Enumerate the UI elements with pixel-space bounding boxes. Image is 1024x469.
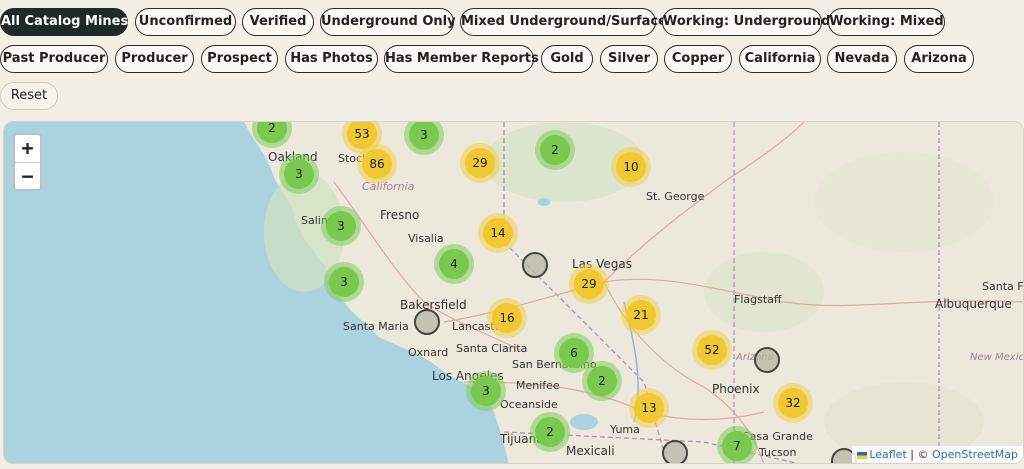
place-label: Santa Fe <box>982 280 1023 293</box>
filter-verified[interactable]: Verified <box>242 8 314 36</box>
cluster-count: 3 <box>284 159 314 189</box>
mine-cluster-marker[interactable]: 29 <box>460 143 500 183</box>
mine-cluster-marker[interactable]: 52 <box>692 330 732 370</box>
cluster-count: 32 <box>778 388 808 418</box>
place-label: Flagstaff <box>734 293 782 306</box>
filter-copper[interactable]: Copper <box>664 45 732 73</box>
openstreetmap-link[interactable]: OpenStreetMap <box>932 448 1018 461</box>
place-label: Menifee <box>516 379 560 392</box>
place-label: Tucson <box>759 446 797 459</box>
cluster-count: 13 <box>634 393 664 423</box>
filter-gold[interactable]: Gold <box>541 45 593 73</box>
mine-cluster-marker[interactable]: 3 <box>279 154 319 194</box>
mine-cluster-marker[interactable]: 3 <box>466 371 506 411</box>
mine-cluster-marker[interactable]: 16 <box>487 298 527 338</box>
filter-past-producer[interactable]: Past Producer <box>0 45 108 73</box>
filter-arizona[interactable]: Arizona <box>904 45 974 73</box>
place-label: Yuma <box>610 423 640 436</box>
mine-marker[interactable] <box>754 347 780 373</box>
cluster-count: 6 <box>559 338 589 368</box>
mine-cluster-marker[interactable]: 4 <box>434 244 474 284</box>
mine-cluster-marker[interactable]: 21 <box>621 295 661 335</box>
mine-cluster-marker[interactable]: 14 <box>478 213 518 253</box>
mine-cluster-marker[interactable]: 2 <box>582 361 622 401</box>
cluster-count: 3 <box>326 211 356 241</box>
filter-nevada[interactable]: Nevada <box>827 45 897 73</box>
cluster-count: 7 <box>722 431 752 461</box>
cluster-count: 2 <box>587 366 617 396</box>
cluster-count: 16 <box>492 303 522 333</box>
place-label: New Mexico <box>970 352 1024 363</box>
cluster-count: 14 <box>483 218 513 248</box>
cluster-count: 4 <box>439 249 469 279</box>
place-label: Santa Maria <box>343 320 409 333</box>
mine-cluster-marker[interactable]: 10 <box>611 147 651 187</box>
filter-underground-only[interactable]: Underground Only <box>320 8 456 36</box>
cluster-count: 29 <box>574 269 604 299</box>
cluster-count: 3 <box>409 122 439 150</box>
cluster-count: 2 <box>535 417 565 447</box>
filter-unconfirmed[interactable]: Unconfirmed <box>135 8 236 36</box>
filter-mixed-underground-surface[interactable]: Mixed Underground/Surface <box>460 8 667 36</box>
cluster-count: 52 <box>697 335 727 365</box>
cluster-count: 10 <box>616 152 646 182</box>
mine-marker[interactable] <box>662 440 688 463</box>
mine-cluster-marker[interactable]: 2 <box>530 412 570 452</box>
filter-prospect[interactable]: Prospect <box>201 45 278 73</box>
cluster-count: 29 <box>465 148 495 178</box>
map-attribution: Leaflet | © OpenStreetMap <box>852 446 1023 463</box>
map-basemap <box>4 122 1023 463</box>
mine-cluster-marker[interactable]: 7 <box>717 426 757 463</box>
mine-marker[interactable] <box>522 252 548 278</box>
filter-working-mixed[interactable]: Working: Mixed <box>828 8 945 36</box>
mine-cluster-marker[interactable]: 3 <box>321 206 361 246</box>
zoom-out-button[interactable]: − <box>15 163 40 190</box>
place-label: Phoenix <box>712 382 760 396</box>
cluster-count: 2 <box>257 122 287 143</box>
filter-working-underground[interactable]: Working: Underground <box>662 8 830 36</box>
ukraine-flag-icon <box>857 451 868 459</box>
mine-cluster-marker[interactable]: 29 <box>569 264 609 304</box>
filter-has-photos[interactable]: Has Photos <box>285 45 378 73</box>
cluster-count: 3 <box>471 376 501 406</box>
cluster-count: 2 <box>540 135 570 165</box>
place-label: Visalia <box>408 232 444 245</box>
place-label: Oceanside <box>500 398 558 411</box>
filter-all-catalog-mines[interactable]: All Catalog Mines <box>0 8 128 36</box>
mine-cluster-marker[interactable]: 13 <box>629 388 669 428</box>
filter-silver[interactable]: Silver <box>600 45 658 73</box>
place-label: Fresno <box>380 208 420 222</box>
map-view[interactable]: + − Oakland Stockton California Fresno V… <box>3 121 1024 464</box>
mine-cluster-marker[interactable]: 3 <box>324 262 364 302</box>
filter-has-member-reports[interactable]: Has Member Reports <box>384 45 539 73</box>
place-label: Mexicali <box>566 444 615 458</box>
mine-cluster-marker[interactable]: 86 <box>357 144 397 184</box>
place-label: Albuquerque <box>935 297 1012 311</box>
leaflet-link[interactable]: Leaflet <box>869 448 906 461</box>
place-label: Santa Clarita <box>456 342 528 355</box>
mine-marker[interactable] <box>414 309 440 335</box>
cluster-count: 86 <box>362 149 392 179</box>
reset-button[interactable]: Reset <box>0 82 58 110</box>
mine-cluster-marker[interactable]: 32 <box>773 383 813 423</box>
filter-producer[interactable]: Producer <box>115 45 194 73</box>
cluster-count: 21 <box>626 300 656 330</box>
zoom-in-button[interactable]: + <box>15 135 40 163</box>
mine-cluster-marker[interactable]: 2 <box>535 130 575 170</box>
cluster-count: 3 <box>329 267 359 297</box>
attribution-separator: | © <box>906 448 932 461</box>
filter-california[interactable]: California <box>739 45 821 73</box>
place-label: St. George <box>646 190 705 203</box>
zoom-control: + − <box>13 133 42 191</box>
place-label: Oxnard <box>408 346 449 359</box>
